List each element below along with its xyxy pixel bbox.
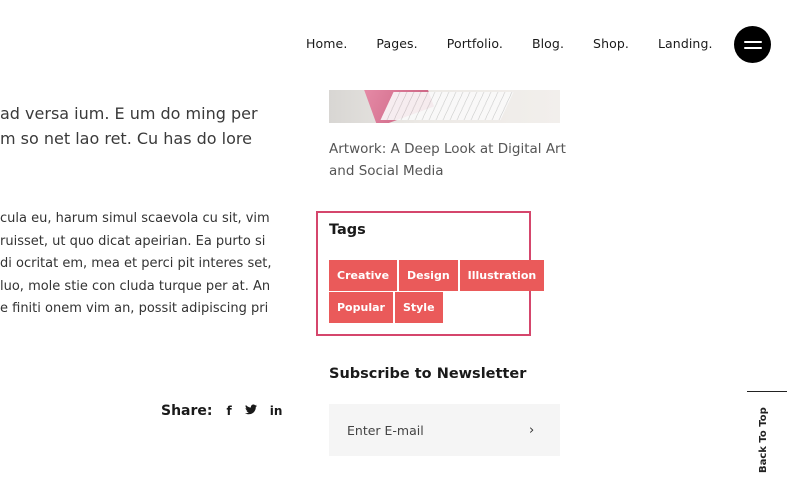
newsletter-title: Subscribe to Newsletter — [329, 366, 527, 382]
newsletter-form: › — [329, 404, 560, 456]
body-line: ruisset, ut quo dicat apeirian. Ea purto… — [0, 233, 266, 249]
body-line: cula eu, harum simul scaevola cu sit, vi… — [0, 211, 270, 226]
tag-style[interactable]: Style — [394, 292, 443, 323]
back-to-top-divider — [747, 391, 787, 392]
tags-title: Tags — [329, 222, 366, 238]
back-to-top-link[interactable]: Back To Top — [758, 407, 769, 473]
twitter-icon[interactable] — [244, 404, 257, 418]
tag-design[interactable]: Design — [399, 260, 458, 291]
tag-illustration[interactable]: Illustration — [459, 260, 545, 291]
tag-creative[interactable]: Creative — [329, 260, 398, 291]
tag-popular[interactable]: Popular — [329, 292, 393, 323]
thumb-magazine-pages — [380, 92, 514, 120]
share-label: Share: — [161, 403, 213, 419]
email-input[interactable] — [329, 422, 519, 438]
nav-item-blog[interactable]: Blog. — [532, 36, 564, 51]
body-line: e finiti onem vim an, possit adipiscing … — [0, 301, 269, 316]
share-bar: Share: f in — [161, 403, 295, 419]
facebook-icon[interactable]: f — [227, 404, 232, 418]
page: Home. Pages. Portfolio. Blog. Shop. Land… — [0, 0, 800, 489]
tags-widget: Tags Creative Design Illustration Popula… — [316, 211, 545, 336]
nav-item-portfolio[interactable]: Portfolio. — [447, 36, 503, 51]
article-lead: ad versa ium. E um do ming per m so net … — [0, 101, 280, 151]
nav-item-landing[interactable]: Landing. — [658, 36, 713, 51]
hamburger-line — [743, 40, 762, 43]
hamburger-icon[interactable] — [734, 26, 771, 63]
chevron-right-icon[interactable]: › — [529, 423, 534, 438]
lead-line: m so net lao ret. Cu has do lore — [0, 129, 252, 148]
body-line: di ocritat em, mea et perci pit interes … — [0, 256, 272, 271]
twitter-icon-svg — [244, 404, 257, 415]
hamburger-line — [743, 46, 762, 49]
article-body: cula eu, harum simul scaevola cu sit, vi… — [0, 208, 280, 321]
lead-line: ad versa ium. E um do ming per — [0, 104, 258, 123]
body-line: luo, mole stie con cluda turque per at. … — [0, 278, 271, 294]
tag-row: Creative Design Illustration — [329, 260, 545, 291]
main-nav: Home. Pages. Portfolio. Blog. Shop. Land… — [306, 36, 742, 51]
recent-post-thumbnail[interactable] — [329, 90, 560, 123]
nav-item-shop[interactable]: Shop. — [593, 36, 629, 51]
recent-post-title[interactable]: Artwork: A Deep Look at Digital Art and … — [329, 138, 569, 182]
nav-item-pages[interactable]: Pages. — [376, 36, 417, 51]
tag-row: Popular Style — [329, 292, 443, 323]
nav-item-home[interactable]: Home. — [306, 36, 347, 51]
linkedin-icon[interactable]: in — [270, 404, 283, 418]
